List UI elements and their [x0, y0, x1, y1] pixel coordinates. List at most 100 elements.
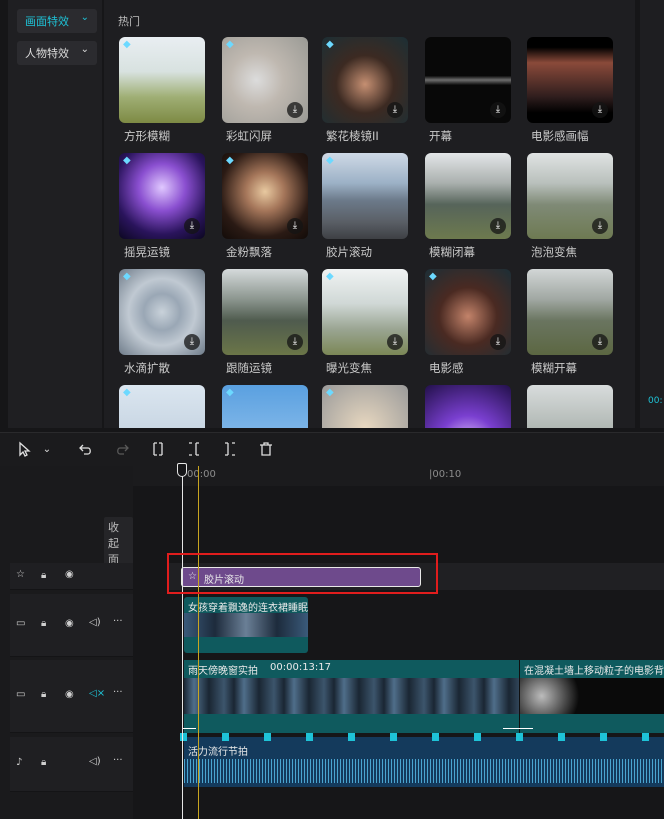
- diamond-icon: ◆: [123, 271, 131, 282]
- effect-label: 曝光变焦: [326, 361, 372, 375]
- effect-tile[interactable]: ◆ ⤓: [322, 269, 408, 355]
- download-icon[interactable]: ⤓: [490, 218, 506, 234]
- download-icon[interactable]: ⤓: [184, 334, 200, 350]
- download-icon[interactable]: ⤓: [387, 334, 403, 350]
- audio-clip[interactable]: 活力流行节拍: [184, 737, 664, 787]
- effect-label: 泡泡变焦: [531, 245, 577, 259]
- effect-tile[interactable]: ⤓: [527, 269, 613, 355]
- effect-tile[interactable]: ◆ ⤓: [222, 153, 308, 239]
- more-icon[interactable]: ···: [113, 755, 123, 766]
- effects-browser: 画面特效 ⌄ 人物特效 ⌄ 热门 ◆ 方形模糊 ◆ ⤓ 彩虹闪屏 ◆ ⤓ 繁花棱…: [0, 0, 664, 430]
- trash-icon[interactable]: [257, 441, 275, 459]
- download-icon[interactable]: ⤓: [387, 102, 403, 118]
- transition-handle[interactable]: [182, 728, 196, 732]
- download-icon[interactable]: ⤓: [287, 102, 303, 118]
- ruler-label: |00:10: [429, 469, 462, 480]
- download-icon[interactable]: ⤓: [490, 102, 506, 118]
- diamond-icon: ◆: [326, 39, 334, 50]
- effect-label: 开幕: [429, 129, 452, 143]
- download-icon[interactable]: ⤓: [592, 218, 608, 234]
- diamond-icon: ◆: [123, 39, 131, 50]
- diamond-icon: ◆: [226, 387, 234, 398]
- ruler-label: 00:00: [187, 469, 216, 480]
- eye-icon[interactable]: ◉: [65, 689, 74, 700]
- effect-tile[interactable]: [425, 385, 511, 428]
- eye-icon[interactable]: ◉: [65, 618, 74, 629]
- chevron-down-icon[interactable]: ⌄: [38, 441, 56, 459]
- effect-tile[interactable]: ◆ ⤓: [425, 269, 511, 355]
- lock-icon[interactable]: 🔒︎: [41, 570, 46, 581]
- effect-tile[interactable]: [527, 385, 613, 428]
- download-icon[interactable]: ⤓: [592, 102, 608, 118]
- playhead-handle[interactable]: [177, 463, 187, 477]
- effect-tile[interactable]: ⤓: [425, 153, 511, 239]
- lock-icon[interactable]: 🔒︎: [41, 757, 46, 768]
- effect-tile[interactable]: ◆ ⤓: [322, 37, 408, 123]
- download-icon[interactable]: ⤓: [490, 334, 506, 350]
- effect-tile[interactable]: ⤓: [222, 269, 308, 355]
- effect-label: 繁花棱镜II: [326, 129, 379, 143]
- main-clip-thumbnails: [184, 678, 519, 714]
- overlay-clip-label: 女孩穿着飘逸的连衣裙睡眠: [188, 603, 308, 614]
- effect-tile[interactable]: ◆: [119, 385, 205, 428]
- download-icon[interactable]: ⤓: [592, 334, 608, 350]
- transition-handle[interactable]: [503, 728, 533, 732]
- audio-icon[interactable]: ◁): [89, 756, 101, 767]
- download-icon[interactable]: ⤓: [184, 218, 200, 234]
- diamond-icon: ◆: [326, 387, 334, 398]
- cursor-icon[interactable]: [16, 441, 34, 459]
- effect-tile[interactable]: ◆: [322, 153, 408, 239]
- undo-icon[interactable]: [77, 441, 95, 459]
- track-header-main: ▭ 🔒︎ ◉ ◁× ···: [10, 660, 133, 733]
- main-clip-1[interactable]: 雨天傍晚窗实拍 00:00:13:17: [184, 660, 519, 733]
- mute-icon[interactable]: ◁×: [89, 688, 105, 699]
- overlay-clip[interactable]: 女孩穿着飘逸的连衣裙睡眠: [184, 597, 308, 653]
- effects-grid: 热门 ◆ 方形模糊 ◆ ⤓ 彩虹闪屏 ◆ ⤓ 繁花棱镜II ⤓ 开幕 ⤓ 电影感…: [104, 0, 635, 428]
- effect-label: 跟随运镜: [226, 361, 272, 375]
- audio-clip-label: 活力流行节拍: [188, 747, 248, 758]
- diamond-icon: ◆: [326, 155, 334, 166]
- more-icon[interactable]: ···: [113, 616, 123, 627]
- split-right-icon[interactable]: [221, 441, 239, 459]
- diamond-icon: ◆: [226, 39, 234, 50]
- lock-icon[interactable]: 🔒︎: [41, 618, 46, 629]
- effect-label: 模糊开幕: [531, 361, 577, 375]
- eye-icon[interactable]: ◉: [65, 569, 74, 580]
- effect-tile[interactable]: ◆ ⤓: [222, 37, 308, 123]
- timeline[interactable]: 00:00 |00:10 ☆ 胶片滚动 女孩穿着飘逸的连衣裙睡眠 雨天傍晚窗实拍…: [133, 466, 664, 819]
- effect-tile[interactable]: ◆: [222, 385, 308, 428]
- split-icon[interactable]: [149, 441, 167, 459]
- section-title: 热门: [118, 15, 140, 28]
- more-icon[interactable]: ···: [113, 687, 123, 698]
- effect-tile[interactable]: ◆ ⤓: [119, 269, 205, 355]
- diamond-icon: ◆: [226, 155, 234, 166]
- effect-tile[interactable]: ⤓: [527, 37, 613, 123]
- download-icon[interactable]: ⤓: [287, 334, 303, 350]
- track-header-effect: ☆ 🔒︎ ◉: [10, 563, 133, 590]
- video-track-icon: ▭: [16, 689, 26, 700]
- music-icon: ♪: [16, 757, 23, 768]
- effect-tile[interactable]: ◆ ⤓: [119, 153, 205, 239]
- split-left-icon[interactable]: [185, 441, 203, 459]
- effect-tile[interactable]: ⤓: [425, 37, 511, 123]
- effect-tile[interactable]: ⤓: [527, 153, 613, 239]
- highlight-box: [167, 553, 438, 594]
- chevron-down-icon: ⌄: [80, 12, 89, 23]
- audio-icon[interactable]: ◁): [89, 617, 101, 628]
- effect-label: 摇晃运镜: [124, 245, 170, 259]
- download-icon[interactable]: ⤓: [287, 218, 303, 234]
- playhead[interactable]: [182, 466, 183, 819]
- category-people-effects[interactable]: 人物特效 ⌄: [17, 41, 97, 65]
- category-screen-effects[interactable]: 画面特效 ⌄: [17, 9, 97, 33]
- effect-label: 金粉飘落: [226, 245, 272, 259]
- audio-waveform: [184, 759, 664, 783]
- effect-tile[interactable]: ◆: [119, 37, 205, 123]
- right-panel: 00:: [640, 0, 664, 428]
- main-clip-2[interactable]: 在混凝土墙上移动粒子的电影背: [519, 660, 664, 733]
- effect-tile[interactable]: ◆: [322, 385, 408, 428]
- time-ruler[interactable]: 00:00 |00:10: [133, 466, 664, 486]
- lock-icon[interactable]: 🔒︎: [41, 689, 46, 700]
- redo-icon[interactable]: [113, 441, 131, 459]
- category-label: 人物特效: [25, 47, 69, 60]
- diamond-icon: ◆: [123, 387, 131, 398]
